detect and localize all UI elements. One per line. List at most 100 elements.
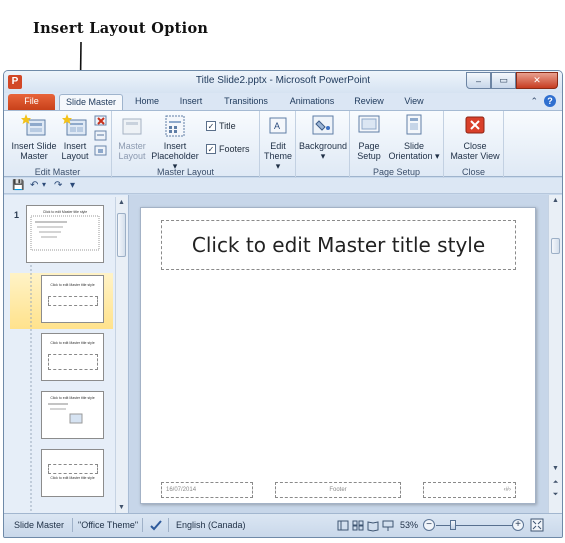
tab-insert[interactable]: Insert — [173, 94, 209, 110]
status-language[interactable]: English (Canada) — [176, 520, 246, 530]
zoom-slider-track[interactable] — [436, 525, 514, 526]
close-master-view-label-1: Close — [463, 141, 487, 151]
slide-scrollbar[interactable]: ▲ ▼ ⏶ ⏷ — [548, 195, 562, 515]
edit-theme-label-1: Edit — [270, 141, 286, 151]
tab-slide-master[interactable]: Slide Master — [59, 94, 123, 110]
theme-icon: A — [269, 117, 287, 134]
insert-placeholder-label-1: Insert — [163, 141, 187, 151]
thumbnail-layout-title-content[interactable]: Click to edit Master title style — [41, 333, 104, 381]
title-checkbox-row[interactable]: ✓ Title — [206, 121, 236, 131]
previous-slide-icon[interactable]: ⏶ — [550, 479, 561, 487]
normal-view-icon[interactable] — [337, 520, 349, 531]
thumbnail-title: Click to edit Master title style — [50, 341, 95, 345]
master-layout-group-label: Master Layout — [156, 167, 215, 177]
reading-view-icon[interactable] — [367, 521, 379, 532]
slide-scroll-down-icon[interactable]: ▼ — [550, 465, 561, 472]
slide-number-placeholder[interactable]: ‹#› — [423, 482, 516, 498]
slide-scroll-up-icon[interactable]: ▲ — [550, 197, 561, 204]
close-master-view-icon — [465, 116, 485, 134]
collapse-ribbon-icon[interactable]: ⌃ — [530, 96, 538, 107]
spelling-check-icon[interactable] — [149, 519, 163, 532]
zoom-slider-knob[interactable] — [450, 520, 456, 530]
slide-canvas[interactable]: Click to edit Master title style 16/07/2… — [140, 207, 536, 504]
save-icon[interactable]: 💾 — [12, 180, 24, 191]
thumbnails-scrollbar[interactable]: ▲ ▼ — [115, 197, 127, 513]
preserve-icon[interactable] — [94, 145, 107, 156]
zoom-level[interactable]: 53% — [400, 520, 418, 530]
footers-checkbox-label: Footers — [219, 144, 250, 154]
group-edit-master: Insert Slide Master Insert Layout Edit M… — [4, 111, 112, 178]
edit-master-group-label: Edit Master — [34, 167, 81, 177]
insert-placeholder-button[interactable]: Insert Placeholder ▾ — [148, 113, 202, 171]
thumbnail-layout-two-content[interactable]: Click to edit Master title style — [41, 449, 104, 497]
undo-dropdown-icon[interactable]: ▾ — [42, 180, 46, 189]
undo-icon[interactable]: ↶ — [30, 180, 38, 191]
footer-placeholder[interactable]: Footer — [275, 482, 401, 498]
customize-qat-icon[interactable]: ▾ — [70, 180, 75, 191]
tab-view[interactable]: View — [397, 94, 431, 110]
date-placeholder[interactable]: 16/07/2014 — [161, 482, 253, 498]
page-setup-label-1: Page — [358, 141, 380, 151]
page-setup-button[interactable]: Page Setup — [354, 113, 384, 161]
status-view-name: Slide Master — [14, 520, 65, 530]
status-bar: Slide Master "Office Theme" English (Can… — [4, 513, 562, 537]
insert-layout-label-1: Insert — [63, 141, 87, 151]
slide-sorter-icon[interactable] — [352, 520, 364, 531]
insert-slide-master-button[interactable]: Insert Slide Master — [10, 113, 58, 161]
powerpoint-window: P Title Slide2.pptx - Microsoft PowerPoi… — [3, 70, 563, 538]
redo-icon[interactable]: ↷ — [54, 180, 62, 191]
tab-transitions[interactable]: Transitions — [218, 94, 274, 110]
thumbnail-title: Click to edit Master title style — [50, 476, 95, 480]
master-layout-icon — [122, 118, 142, 135]
page-setup-group-label: Page Setup — [372, 167, 421, 177]
thumbnails-scroll-thumb[interactable] — [117, 213, 126, 257]
scroll-down-icon[interactable]: ▼ — [116, 504, 127, 511]
tab-animations[interactable]: Animations — [284, 94, 340, 110]
footers-checkbox-row[interactable]: ✓ Footers — [206, 144, 250, 154]
title-checkbox[interactable]: ✓ — [206, 121, 216, 131]
next-slide-icon[interactable]: ⏷ — [550, 491, 561, 499]
slide-orientation-button[interactable]: Slide Orientation ▾ — [386, 113, 442, 161]
footers-checkbox[interactable]: ✓ — [206, 144, 216, 154]
help-icon[interactable]: ? — [544, 95, 556, 107]
title-bar: P Title Slide2.pptx - Microsoft PowerPoi… — [4, 71, 562, 93]
tab-file[interactable]: File — [8, 94, 55, 110]
thumbnail-master[interactable]: Click to edit Master title style — [26, 205, 104, 263]
quick-access-toolbar: 💾 ↶ ▾ ↷ ▾ — [4, 178, 562, 194]
page-setup-icon — [358, 115, 380, 133]
orientation-dropdown-icon: ▾ — [432, 151, 440, 161]
thumbnail-layout-title[interactable]: Click to edit Master title style — [41, 275, 104, 323]
small-master-actions — [94, 115, 107, 156]
title-placeholder[interactable]: Click to edit Master title style — [161, 220, 516, 270]
background-icon — [312, 115, 334, 135]
fit-slide-icon[interactable] — [530, 518, 544, 532]
thumbnail-content-lines — [30, 215, 100, 251]
close-group-label: Close — [461, 167, 485, 177]
zoom-in-button[interactable]: + — [512, 519, 524, 531]
background-button[interactable]: Background ▾ — [298, 113, 348, 161]
thumbnail-layout-section[interactable]: Click to edit Master title style — [41, 391, 104, 439]
close-window-button[interactable]: ✕ — [516, 72, 558, 89]
maximize-button[interactable]: ▭ — [491, 72, 516, 89]
background-label: Background — [298, 141, 348, 151]
tab-home[interactable]: Home — [129, 94, 165, 110]
scroll-up-icon[interactable]: ▲ — [116, 199, 127, 206]
close-master-view-button[interactable]: Close Master View — [447, 113, 503, 161]
insert-layout-button[interactable]: Insert Layout — [59, 113, 91, 161]
minimize-button[interactable]: – — [466, 72, 491, 89]
thumbnail-title: Click to edit Master title style — [50, 283, 95, 287]
slide-show-icon[interactable] — [382, 520, 394, 531]
layout-connector-lines — [30, 265, 32, 515]
edit-theme-button[interactable]: A Edit Theme ▾ — [261, 113, 295, 171]
window-controls: – ▭ ✕ — [466, 72, 558, 89]
ribbon: Insert Slide Master Insert Layout Edit M… — [4, 110, 562, 178]
slide-scroll-thumb[interactable] — [551, 238, 560, 254]
rename-icon[interactable] — [94, 130, 107, 141]
delete-slide-icon[interactable] — [94, 115, 107, 126]
master-layout-button[interactable]: Master Layout — [116, 113, 148, 161]
master-layout-label-1: Master — [118, 141, 146, 151]
master-layout-label-2: Layout — [118, 151, 146, 161]
tab-review[interactable]: Review — [349, 94, 389, 110]
zoom-out-button[interactable]: − — [423, 519, 435, 531]
group-close: Close Master View Close — [444, 111, 504, 178]
